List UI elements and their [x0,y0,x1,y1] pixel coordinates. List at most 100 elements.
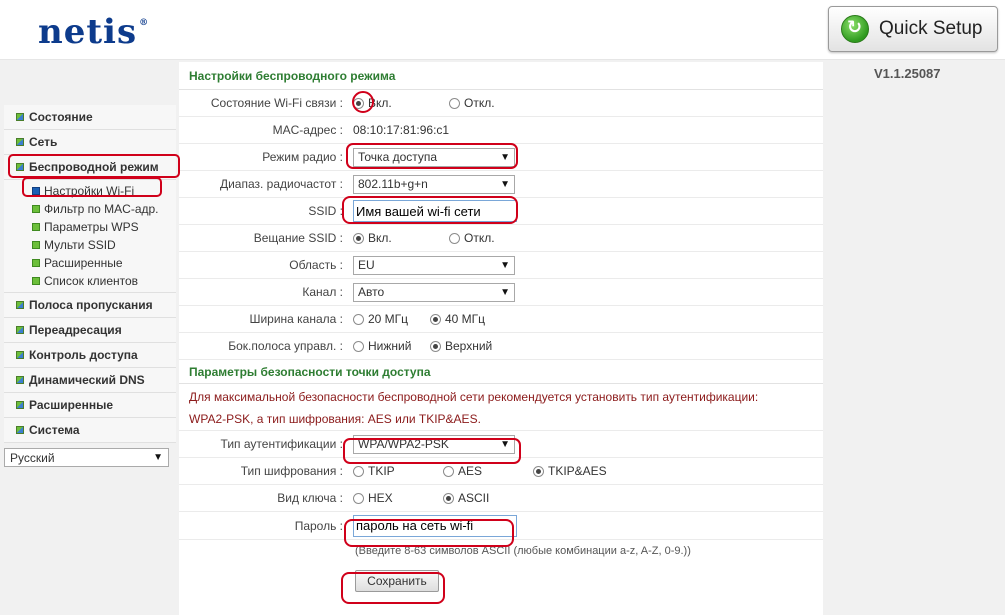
sidebar-item-label: Сеть [29,135,58,149]
chevron-down-icon: ▼ [500,259,510,271]
save-button[interactable]: Сохранить [355,570,439,592]
cipher-tkip-radio[interactable]: TKIP [353,464,443,478]
band-label: Диапаз. радиочастот : [219,177,343,191]
radio-dot [533,465,544,477]
auth-label: Тип аутентификации : [220,437,343,451]
region-select[interactable]: EU ▼ [353,255,515,275]
menu-square-icon [16,401,24,409]
channel-select[interactable]: Авто ▼ [353,282,515,302]
key-type-row: Вид ключа : HEX ASCII [179,485,823,512]
submenu-item-client-list[interactable]: Список клиентов [4,272,176,290]
auth-select[interactable]: WPA/WPA2-PSK ▼ [353,434,515,454]
sidebar-item-access-control[interactable]: Контроль доступа [4,343,176,368]
radio-dot [353,492,364,504]
cipher-row: Тип шифрования : TKIP AES TKIP&AES [179,458,823,485]
band-select[interactable]: 802.11b+g+n ▼ [353,174,515,194]
ssid-input[interactable]: Имя вашей wi-fi сети [353,200,517,222]
quick-setup-button[interactable]: Quick Setup [828,6,998,52]
sidebar-item-label: Система [29,423,80,437]
sidebar-item-advanced[interactable]: Расширенные [4,393,176,418]
sidebar-item-status[interactable]: Состояние [4,105,176,130]
broadcast-on-radio[interactable]: Вкл. [353,231,449,245]
select-value: EU [358,258,375,272]
chevron-down-icon: ▼ [500,438,510,450]
sidebar-item-label: Состояние [29,110,93,124]
radio-label: Вкл. [368,231,392,245]
select-value: Авто [358,285,385,299]
refresh-icon [841,15,869,43]
bandwidth-20-radio[interactable]: 20 МГц [353,312,430,326]
submenu-item-label: Список клиентов [44,274,139,288]
bandwidth-40-radio[interactable]: 40 МГц [430,312,485,326]
broadcast-row: Вещание SSID : Вкл. Откл. [179,225,823,252]
submenu-item-wps[interactable]: Параметры WPS [4,218,176,236]
key-ascii-radio[interactable]: ASCII [443,491,489,505]
key-type-label: Вид ключа : [277,491,343,505]
mac-value: 08:10:17:81:96:c1 [353,123,450,137]
mac-label: MAC-адрес : [272,123,343,137]
select-value: Точка доступа [358,150,438,164]
sideband-upper-radio[interactable]: Верхний [430,339,492,353]
sidebar-item-network[interactable]: Сеть [4,130,176,155]
menu-square-icon [16,326,24,334]
bandwidth-row: Ширина канала : 20 МГц 40 МГц [179,306,823,333]
wifi-off-radio[interactable]: Откл. [449,96,495,110]
radio-mode-label: Режим радио : [262,150,343,164]
cipher-tkip-aes-radio[interactable]: TKIP&AES [533,464,607,478]
radio-dot [430,313,441,325]
submenu-item-label: Параметры WPS [44,220,139,234]
menu-square-icon [16,351,24,359]
security-note-line-1: Для максимальной безопасности беспроводн… [189,390,759,404]
password-hint: (Введите 8-63 символов ASCII (любые комб… [355,545,691,557]
submenu-item-multi-ssid[interactable]: Мульти SSID [4,236,176,254]
security-section-title: Параметры безопасности точки доступа [179,360,823,384]
submenu-item-label: Настройки Wi-Fi [44,184,135,198]
broadcast-off-radio[interactable]: Откл. [449,231,495,245]
netis-logo[interactable]: netis ® [38,12,149,52]
channel-row: Канал : Авто ▼ [179,279,823,306]
sidebar-item-ddns[interactable]: Динамический DNS [4,368,176,393]
submenu-item-label: Фильтр по MAC-адр. [44,202,159,216]
bandwidth-label: Ширина канала : [249,312,343,326]
menu-square-icon [16,426,24,434]
sidebar-item-label: Динамический DNS [29,373,145,387]
chevron-down-icon: ▼ [500,178,510,190]
wireless-submenu: Настройки Wi-Fi Фильтр по MAC-адр. Парам… [4,180,176,293]
submenu-item-label: Мульти SSID [44,238,116,252]
logo-text: netis [38,12,138,52]
sidebar-item-bandwidth[interactable]: Полоса пропускания [4,293,176,318]
submenu-item-advanced[interactable]: Расширенные [4,254,176,272]
radio-dot [449,97,460,109]
submenu-item-wifi-settings[interactable]: Настройки Wi-Fi [4,182,176,200]
band-row: Диапаз. радиочастот : 802.11b+g+n ▼ [179,171,823,198]
chevron-down-icon: ▼ [153,452,163,463]
sidebar-item-forwarding[interactable]: Переадресация [4,318,176,343]
radio-dot [430,340,441,352]
password-input[interactable]: пароль на сеть wi-fi [353,514,517,537]
radio-dot [353,232,364,244]
menu-square-icon [16,376,24,384]
sidebar-item-wireless[interactable]: Беспроводной режим [4,155,176,180]
menu-square-icon [32,259,40,267]
sideband-lower-radio[interactable]: Нижний [353,339,430,353]
auth-row: Тип аутентификации : WPA/WPA2-PSK ▼ [179,431,823,458]
cipher-aes-radio[interactable]: AES [443,464,533,478]
radio-label: Откл. [464,96,495,110]
menu-square-icon [16,138,24,146]
menu-square-icon [32,277,40,285]
radio-label: Нижний [368,339,412,353]
wifi-on-radio[interactable]: Вкл. [353,96,449,110]
password-row: Пароль : пароль на сеть wi-fi [179,512,823,540]
sidebar-item-label: Расширенные [29,398,113,412]
key-hex-radio[interactable]: HEX [353,491,443,505]
language-select[interactable]: Русский ▼ [4,448,169,467]
registered-mark: ® [139,18,150,28]
wifi-state-row: Состояние Wi-Fi связи : Вкл. Откл. [179,90,823,117]
submenu-item-mac-filter[interactable]: Фильтр по MAC-адр. [4,200,176,218]
sidebar-item-label: Беспроводной режим [29,160,159,174]
sidebar-item-system[interactable]: Система [4,418,176,443]
radio-dot [353,465,364,477]
radio-label: TKIP [368,464,395,478]
radio-label: AES [458,464,483,478]
radio-mode-select[interactable]: Точка доступа ▼ [353,147,515,167]
